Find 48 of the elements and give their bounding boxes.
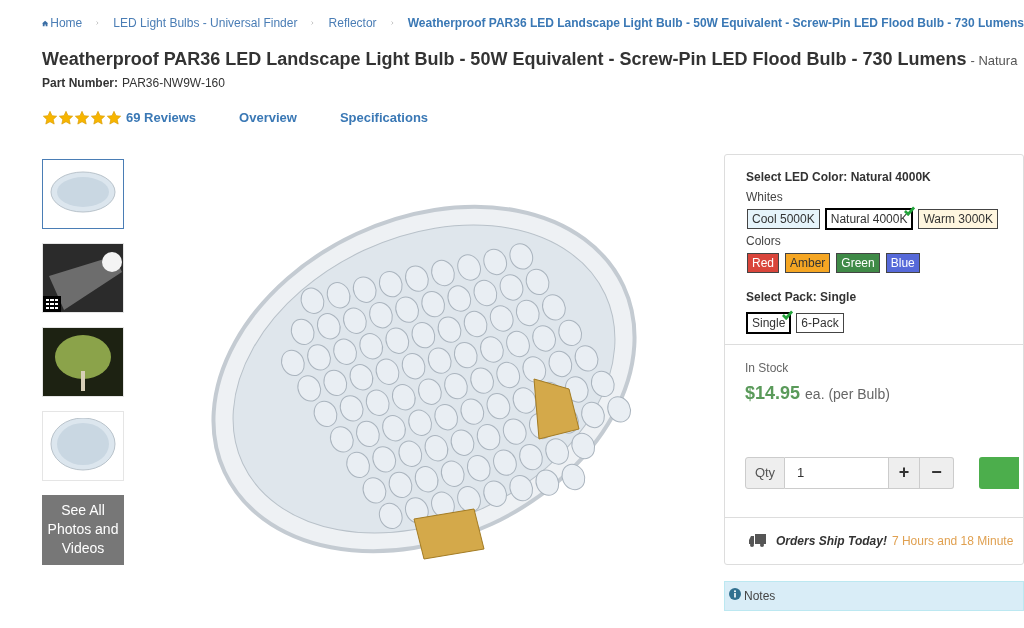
color-swatch[interactable]: Warm 3000K	[918, 208, 999, 229]
check-icon	[904, 205, 916, 216]
pack-heading: Select Pack: Single	[746, 288, 857, 306]
group-label: Colors	[746, 232, 781, 250]
product-title: Weatherproof PAR36 LED Landscape Light Bulb - 50W Equivalent - Screw-Pin LED Flood Bulb - 730 Lumens	[42, 49, 967, 69]
add-to-cart-button[interactable]	[979, 456, 1019, 489]
photo-thumbnail[interactable]	[42, 158, 124, 229]
star-icon	[58, 109, 74, 126]
star-icon	[74, 109, 90, 126]
bulb-icon	[48, 417, 118, 474]
stock-status: In Stock	[745, 359, 789, 377]
price: $14.95	[745, 381, 801, 405]
color-heading: Select LED Color: Natural 4000K	[746, 168, 931, 186]
product-subtitle: - Natura	[970, 53, 1018, 68]
see-all-button[interactable]: See All Photos and Videos	[42, 494, 124, 565]
shipping-countdown: 7 Hours and 18 Minute	[891, 532, 1014, 550]
color-swatch[interactable]: Natural 4000K	[824, 207, 914, 230]
star-icon	[90, 109, 106, 126]
pack-option[interactable]: 6-Pack	[796, 312, 844, 333]
section-link[interactable]: Overview	[239, 108, 297, 128]
increase-button[interactable]: +	[888, 456, 920, 489]
part-number-label: Part Number:	[42, 75, 118, 92]
shipping-headline: Orders Ship Today!	[776, 532, 887, 550]
info-icon	[729, 587, 741, 600]
pack-option[interactable]: Single	[746, 311, 792, 334]
color-swatch[interactable]: Amber	[785, 252, 831, 273]
decrease-button[interactable]: −	[920, 456, 954, 489]
color-swatch[interactable]: Blue	[885, 252, 920, 273]
price-unit: ea. (per Bulb)	[805, 384, 890, 404]
quantity-field[interactable]: 1	[785, 456, 888, 489]
part-number: PAR36-NW9W-160	[122, 75, 225, 92]
reviews-link[interactable]: 69 Reviews	[126, 108, 197, 128]
qty-label: Qty	[745, 456, 785, 489]
section-link[interactable]: Specifications	[339, 108, 429, 128]
breadcrumb-link[interactable]: Reflector	[328, 14, 377, 32]
color-swatch[interactable]: Red	[747, 252, 779, 273]
group-label: Whites	[746, 188, 783, 206]
breadcrumb-link[interactable]: Home	[50, 14, 83, 32]
breadcrumb-link[interactable]: Weatherproof PAR36 LED Landscape Light Bulb - 50W Equivalent - Screw-Pin LED Flood Bulb - 730 Lumens	[407, 14, 1024, 32]
star-icon	[106, 109, 122, 126]
grid-icon	[43, 295, 61, 312]
star-icon	[42, 109, 58, 126]
truck-icon	[749, 534, 766, 547]
notes-label: Notes	[744, 587, 776, 605]
color-swatch[interactable]: Cool 5000K	[747, 208, 820, 229]
check-icon	[782, 309, 794, 320]
color-swatch[interactable]: Green	[836, 252, 880, 273]
breadcrumb-link[interactable]: LED Light Bulbs - Universal Finder	[113, 14, 298, 32]
